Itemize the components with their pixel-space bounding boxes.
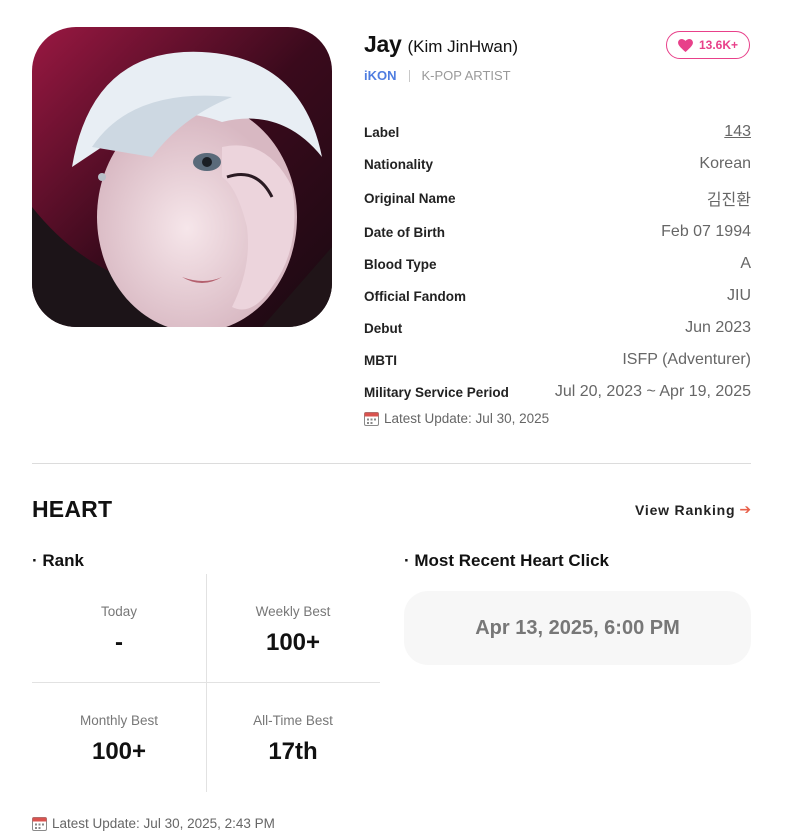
info-label: Label xyxy=(364,124,400,140)
rank-label: Today xyxy=(100,604,138,619)
info-value: A xyxy=(740,255,751,272)
recent-click-title: · Most Recent Heart Click xyxy=(404,551,609,570)
info-label: MBTI xyxy=(364,352,397,368)
recent-click-value: Apr 13, 2025, 6:00 PM xyxy=(475,616,680,639)
info-row-fandom: Official Fandom JIU xyxy=(364,280,751,312)
grid-divider xyxy=(32,682,380,683)
info-latest-update: Latest Update: Jul 30, 2025 xyxy=(364,411,549,426)
rank-all-time: All-Time Best 17th xyxy=(206,713,380,766)
heart-count: 13.6K+ xyxy=(698,38,739,52)
info-label: Date of Birth xyxy=(364,224,445,240)
rank-value: 100+ xyxy=(91,738,147,765)
rank-value: - xyxy=(115,629,123,656)
info-row-date-of-birth: Date of Birth Feb 07 1994 xyxy=(364,216,751,248)
rank-label: Monthly Best xyxy=(79,713,159,728)
info-row-military: Military Service Period Jul 20, 2023 ~ A… xyxy=(364,376,751,408)
heart-icon xyxy=(678,38,693,52)
info-value: JIU xyxy=(727,287,751,304)
section-divider xyxy=(32,463,751,464)
info-value: Feb 07 1994 xyxy=(661,223,751,240)
label-link[interactable]: 143 xyxy=(724,123,751,141)
rank-today: Today - xyxy=(32,604,206,657)
info-row-debut: Debut Jun 2023 xyxy=(364,312,751,344)
info-table: Label 143 Nationality Korean Original Na… xyxy=(364,116,751,408)
arrow-right-icon: ➔ xyxy=(739,501,752,517)
separator xyxy=(408,69,410,82)
heart-section-title: HEART xyxy=(32,496,113,522)
group-link[interactable]: iKON xyxy=(364,68,397,83)
artist-name-row: Jay (Kim JinHwan) xyxy=(364,31,518,58)
rank-grid: Today - Weekly Best 100+ Monthly Best 10… xyxy=(32,574,380,792)
info-value: Jul 20, 2023 ~ Apr 19, 2025 xyxy=(554,383,751,400)
info-label: Military Service Period xyxy=(364,384,509,400)
artist-name: Jay xyxy=(364,31,402,57)
rank-value: 100+ xyxy=(265,629,321,656)
info-row-nationality: Nationality Korean xyxy=(364,148,751,180)
view-ranking-link[interactable]: View Ranking ➔ xyxy=(635,501,752,518)
update-text: Latest Update: Jul 30, 2025 xyxy=(384,411,550,426)
heart-button[interactable]: 13.6K+ xyxy=(666,31,750,59)
rank-label: Weekly Best xyxy=(255,604,331,619)
rank-label: All-Time Best xyxy=(253,713,333,728)
rank-title: · Rank xyxy=(32,551,84,570)
info-row-mbti: MBTI ISFP (Adventurer) xyxy=(364,344,751,376)
artist-role: K-POP ARTIST xyxy=(421,68,511,83)
rank-monthly: Monthly Best 100+ xyxy=(32,713,206,766)
info-label: Original Name xyxy=(364,190,456,206)
info-row-blood-type: Blood Type A xyxy=(364,248,751,280)
heart-latest-update: Latest Update: Jul 30, 2025, 2:43 PM xyxy=(32,816,275,831)
rank-weekly: Weekly Best 100+ xyxy=(206,604,380,657)
calendar-icon xyxy=(364,412,379,426)
info-row-label: Label 143 xyxy=(364,116,751,148)
info-value: Korean xyxy=(699,155,751,172)
info-label: Debut xyxy=(364,320,403,336)
info-label: Nationality xyxy=(364,156,434,172)
view-ranking-label: View Ranking xyxy=(635,501,736,518)
info-row-original-name: Original Name 김진환 xyxy=(364,180,751,216)
info-value: Jun 2023 xyxy=(685,319,751,336)
artist-full-name: (Kim JinHwan) xyxy=(407,37,519,56)
artist-meta: iKON K-POP ARTIST xyxy=(364,68,511,83)
info-label: Blood Type xyxy=(364,256,437,272)
rank-value: 17th xyxy=(268,738,318,765)
info-value: 김진환 xyxy=(706,192,751,209)
recent-click-box: Apr 13, 2025, 6:00 PM xyxy=(404,591,751,665)
update-text: Latest Update: Jul 30, 2025, 2:43 PM xyxy=(52,816,275,831)
calendar-icon xyxy=(32,817,47,831)
artist-photo xyxy=(32,27,332,327)
info-label: Official Fandom xyxy=(364,288,467,304)
info-value: ISFP (Adventurer) xyxy=(622,351,751,368)
